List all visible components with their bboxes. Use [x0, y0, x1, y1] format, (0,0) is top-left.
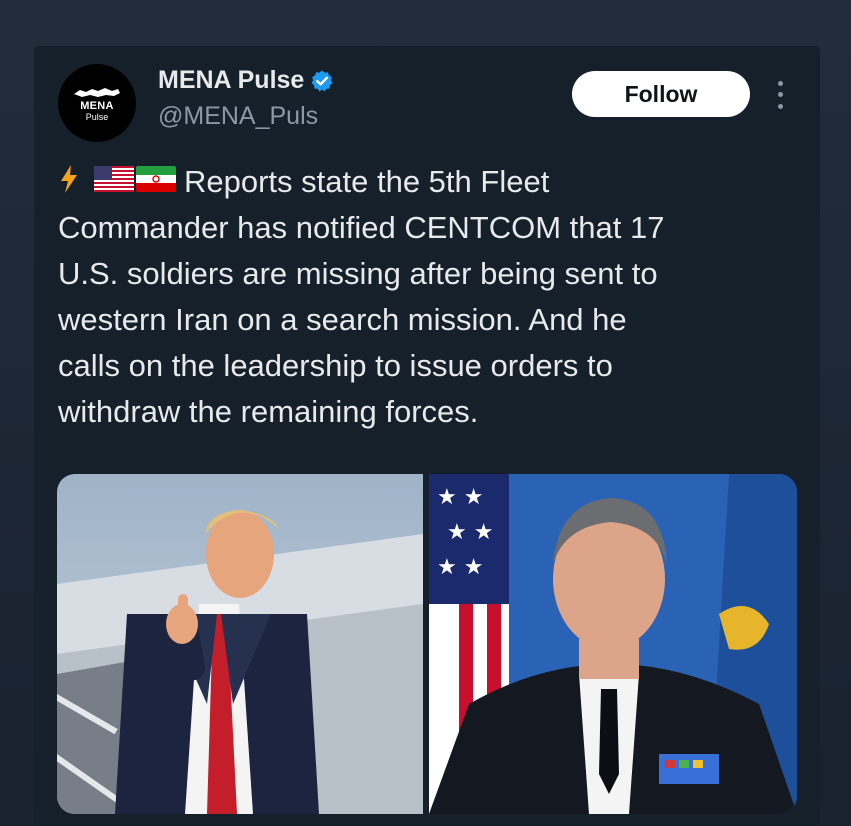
author-handle[interactable]: @MENA_Puls: [158, 102, 318, 131]
tweet-media[interactable]: ★ ★ ★ ★ ★ ★: [57, 474, 797, 814]
logo-map-icon: [74, 87, 120, 97]
author-display-name[interactable]: MENA Pulse: [158, 66, 304, 95]
avatar-text-line1: MENA: [80, 99, 114, 112]
photo-naval-officer-image: ★ ★ ★ ★ ★ ★: [429, 474, 797, 814]
tweet-photo-right[interactable]: ★ ★ ★ ★ ★ ★: [429, 474, 797, 814]
svg-text:★ ★: ★ ★: [437, 485, 483, 510]
svg-text:★ ★: ★ ★: [437, 555, 483, 580]
more-options-icon[interactable]: [768, 78, 792, 112]
avatar-text-line2: Pulse: [85, 111, 109, 122]
follow-button[interactable]: Follow: [572, 71, 750, 117]
more-dot: [777, 92, 783, 98]
tweet-text-block: Reports state the 5th Fleet Commander ha…: [58, 159, 798, 435]
iran-flag-icon: [136, 166, 176, 192]
photo-person-in-suit-image: [57, 474, 423, 814]
avatar[interactable]: MENA Pulse: [58, 64, 136, 142]
more-dot: [777, 81, 783, 87]
author-name-row: MENA Pulse: [158, 66, 334, 95]
tweet-photo-left[interactable]: [57, 474, 423, 814]
more-dot: [777, 103, 783, 109]
lightning-emoji-icon: [61, 165, 77, 193]
svg-text:★ ★: ★ ★: [447, 520, 493, 545]
tweet-text: Reports state the 5th Fleet Commander ha…: [58, 164, 665, 429]
verified-badge-icon: [311, 70, 333, 91]
us-flag-icon: [94, 166, 134, 192]
emoji-group: [58, 164, 178, 194]
